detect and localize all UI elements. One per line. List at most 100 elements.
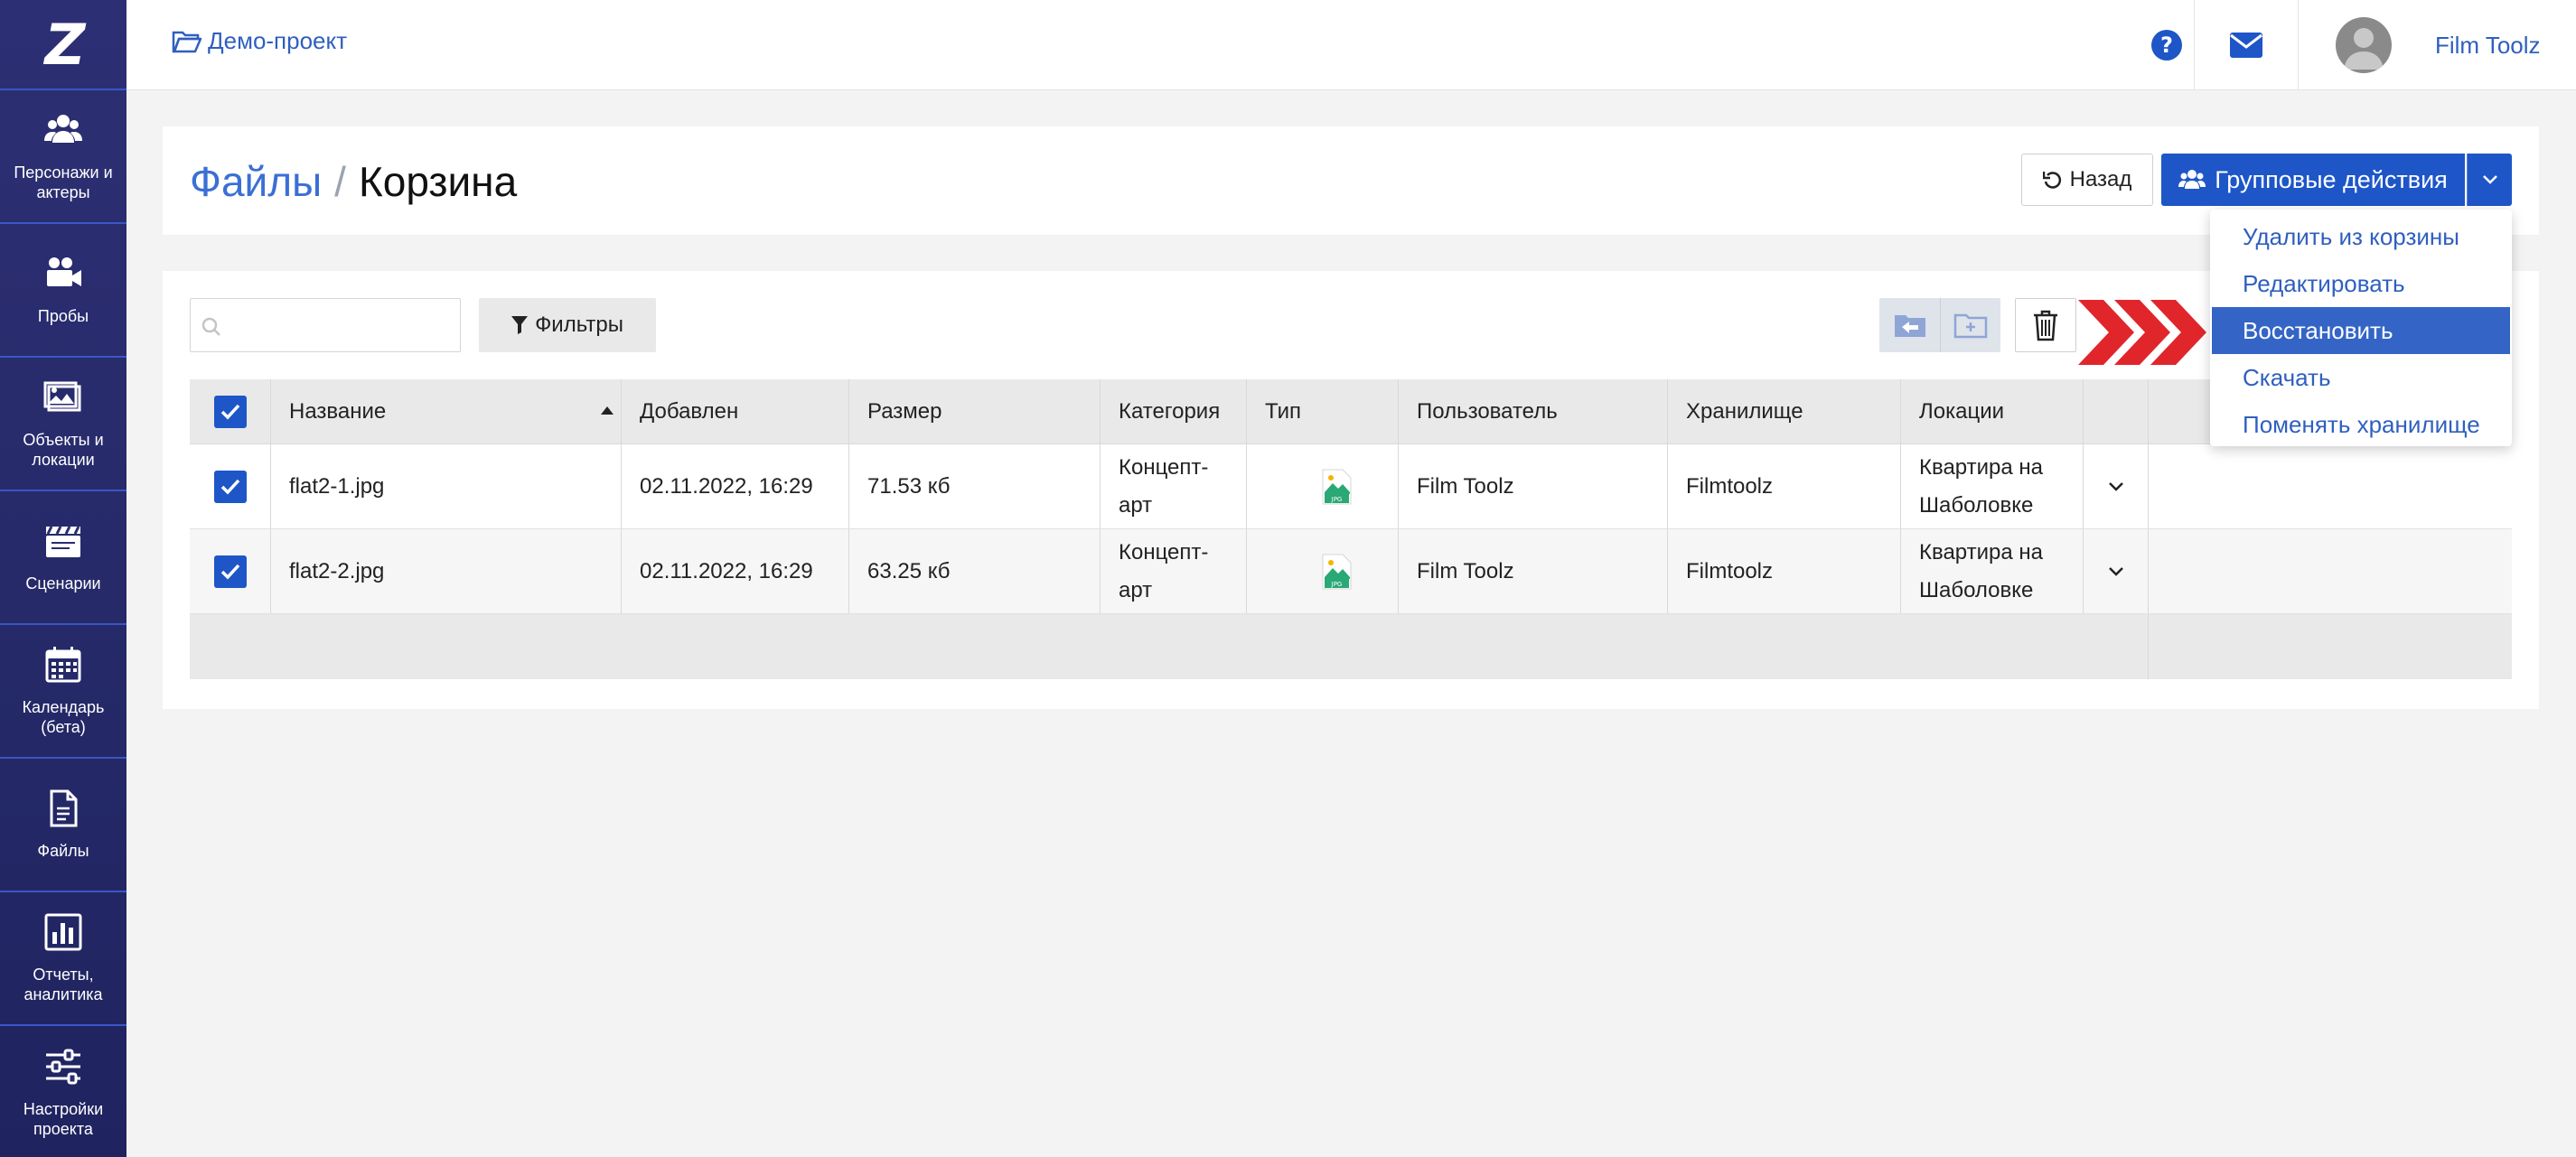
breadcrumb-separator: / [334, 158, 346, 205]
app-logo[interactable]: Z [0, 0, 126, 90]
sidebar-item-label: Настройки проекта [23, 1100, 104, 1138]
page-header: Файлы / Корзина Назад Групповые действия [163, 126, 2539, 235]
column-header-added[interactable]: Добавлен [622, 379, 849, 443]
row-checkbox[interactable] [213, 470, 247, 503]
table-row[interactable]: flat2-1.jpg 02.11.2022, 16:29 71.53 кб К… [190, 444, 2512, 529]
sidebar-item-label: Календарь (бета) [22, 698, 105, 736]
avatar [2336, 17, 2392, 73]
search-input[interactable] [190, 298, 461, 352]
column-header-size[interactable]: Размер [849, 379, 1101, 443]
column-header-user[interactable]: Пользователь [1399, 379, 1668, 443]
file-type: JPG [1247, 444, 1399, 528]
sidebar-item-files[interactable]: Файлы [0, 759, 126, 892]
column-header-name[interactable]: Название [271, 379, 622, 443]
file-storage: Filmtoolz [1668, 529, 1901, 613]
sidebar-item-label: Объекты и локации [23, 431, 104, 469]
sidebar-item-label: Пробы [37, 307, 89, 325]
file-size: 63.25 кб [849, 529, 1101, 613]
menu-item-restore[interactable]: Восстановить [2212, 307, 2510, 354]
page-title: Корзина [358, 158, 518, 205]
file-name[interactable]: flat2-1.jpg [271, 444, 622, 528]
select-all-cell [190, 379, 271, 443]
filter-icon [511, 316, 529, 334]
sidebar: Z Персонажи и актеры Пробы Объекты и лок… [0, 0, 126, 1157]
project-link[interactable]: Демо-проект [172, 27, 347, 55]
sidebar-item-settings[interactable]: Настройки проекта [0, 1026, 126, 1157]
sidebar-item-reports[interactable]: Отчеты, аналитика [0, 892, 126, 1026]
move-to-parent-folder-button[interactable] [1879, 298, 1940, 352]
table-header-row: Название Добавлен Размер Категория Тип П… [190, 379, 2512, 444]
sliders-icon [46, 1049, 80, 1085]
search-icon [201, 317, 220, 336]
svg-text:?: ? [2160, 33, 2173, 58]
back-button[interactable]: Назад [2021, 154, 2153, 206]
file-added: 02.11.2022, 16:29 [622, 444, 849, 528]
sort-asc-icon [601, 406, 614, 415]
menu-item-delete-from-trash[interactable]: Удалить из корзины [2210, 213, 2512, 260]
column-header-storage[interactable]: Хранилище [1668, 379, 1901, 443]
column-header-actions [2084, 379, 2149, 443]
sidebar-item-label: Файлы [37, 842, 89, 860]
sidebar-item-auditions[interactable]: Пробы [0, 224, 126, 358]
select-all-checkbox[interactable] [213, 395, 247, 428]
check-icon [220, 404, 239, 420]
sidebar-item-characters[interactable]: Персонажи и актеры [0, 90, 126, 224]
check-icon [220, 564, 239, 580]
logo-text: Z [44, 11, 86, 78]
group-actions-menu: Удалить из корзины Редактировать Восстан… [2210, 210, 2512, 446]
file-icon [50, 789, 78, 827]
file-type: JPG [1247, 529, 1399, 613]
breadcrumb-files-link[interactable]: Файлы [190, 158, 322, 205]
users-icon [2178, 170, 2206, 189]
image-icon [43, 381, 81, 412]
menu-item-download[interactable]: Скачать [2210, 354, 2512, 401]
menu-item-edit[interactable]: Редактировать [2210, 260, 2512, 307]
topbar: Демо-проект ? Film Toolz [126, 0, 2576, 90]
column-header-category[interactable]: Категория [1101, 379, 1247, 443]
undo-icon [2042, 172, 2061, 189]
delete-button[interactable] [2015, 298, 2076, 352]
question-circle-icon: ? [2151, 30, 2182, 61]
group-actions-dropdown-toggle[interactable] [2467, 154, 2512, 206]
sidebar-item-label: Персонажи и актеры [14, 163, 113, 201]
files-table: Название Добавлен Размер Категория Тип П… [190, 379, 2512, 679]
filter-label: Фильтры [535, 313, 623, 337]
sidebar-item-calendar[interactable]: Календарь (бета) [0, 625, 126, 759]
file-location: Квартира на Шаболовке [1901, 529, 2084, 613]
jpg-file-icon: JPG [1322, 554, 1352, 589]
project-name: Демо-проект [208, 27, 348, 54]
chevron-down-icon [2108, 566, 2123, 576]
svg-text:JPG: JPG [1331, 496, 1343, 503]
user-menu[interactable]: Film Toolz [2336, 0, 2541, 90]
folder-back-icon [1894, 315, 1925, 337]
envelope-icon [2230, 33, 2262, 58]
new-folder-button[interactable] [1940, 298, 2000, 352]
file-size: 71.53 кб [849, 444, 1101, 528]
group-actions-button[interactable]: Групповые действия [2161, 154, 2465, 206]
table-footer-row [190, 614, 2512, 679]
jpg-file-icon: JPG [1322, 469, 1352, 504]
row-actions-toggle[interactable] [2084, 529, 2149, 613]
sidebar-item-label: Отчеты, аналитика [23, 966, 103, 1003]
column-header-locations[interactable]: Локации [1901, 379, 2084, 443]
sidebar-item-objects[interactable]: Объекты и локации [0, 358, 126, 491]
column-header-type[interactable]: Тип [1247, 379, 1399, 443]
pointer-arrows-annotation [2078, 300, 2206, 365]
file-user: Film Toolz [1399, 529, 1668, 613]
folder-plus-icon [1953, 313, 1988, 339]
file-storage: Filmtoolz [1668, 444, 1901, 528]
table-row[interactable]: flat2-2.jpg 02.11.2022, 16:29 63.25 кб К… [190, 529, 2512, 614]
row-checkbox[interactable] [213, 555, 247, 588]
back-label: Назад [2069, 167, 2132, 191]
sidebar-item-scripts[interactable]: Сценарии [0, 491, 126, 625]
group-actions-label: Групповые действия [2215, 165, 2448, 193]
folder-actions-group [1879, 298, 2000, 352]
messages-button[interactable] [2194, 0, 2299, 90]
breadcrumb: Файлы / Корзина [190, 157, 517, 206]
calendar-icon [45, 647, 81, 683]
menu-item-change-storage[interactable]: Поменять хранилище [2210, 401, 2512, 448]
file-name[interactable]: flat2-2.jpg [271, 529, 622, 613]
filter-button[interactable]: Фильтры [479, 298, 656, 352]
row-actions-toggle[interactable] [2084, 444, 2149, 528]
file-category: Концепт-арт [1101, 444, 1247, 528]
